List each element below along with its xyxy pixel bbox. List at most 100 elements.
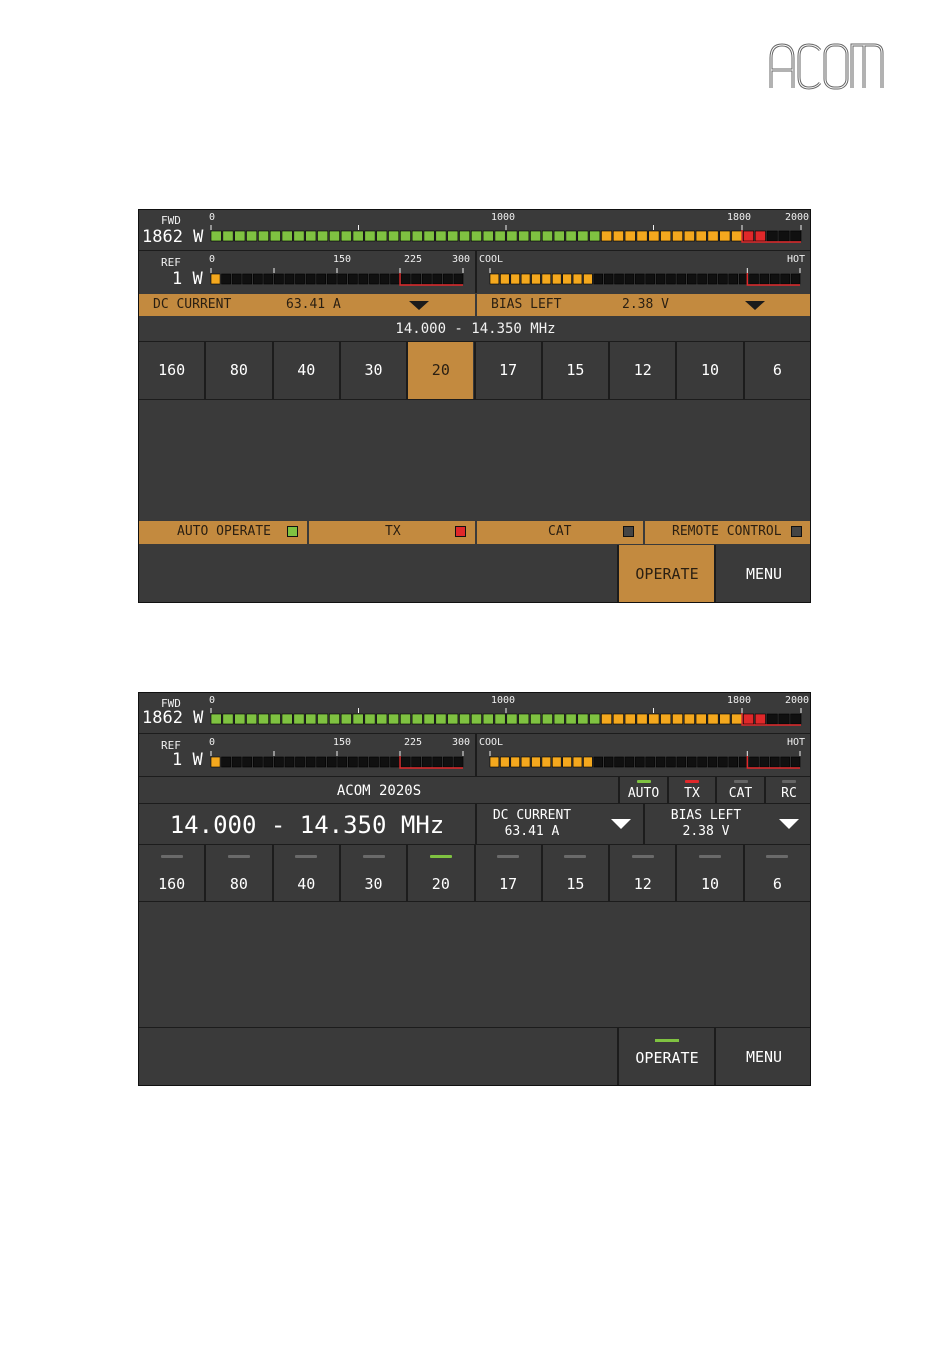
frequency-range: 14.000 - 14.350 MHz (169, 811, 445, 839)
band-button-40[interactable]: 40 (273, 342, 339, 399)
band-status-led (227, 855, 250, 858)
meter-segment (553, 230, 565, 242)
meter-segment (399, 230, 411, 242)
ref-scale-0: 0 (209, 254, 216, 265)
amplifier-screen-new: FWD 1862 W 0 1000 1800 2000 REF 1 W 0 15… (138, 692, 811, 1086)
scale-tick (273, 751, 275, 756)
band-button-80[interactable]: 80 (206, 342, 272, 399)
auto-status-led (636, 780, 651, 783)
band-button-10[interactable]: 10 (677, 845, 743, 901)
meter-segment (749, 756, 759, 768)
cat-indicator: CAT (717, 777, 764, 803)
chevron-down-icon (409, 301, 429, 310)
meter-segment (388, 230, 400, 242)
meter-segment (284, 273, 295, 285)
meter-segment (252, 273, 263, 285)
operate-status-led (655, 1039, 679, 1042)
meter-segment (352, 713, 364, 725)
band-button-17[interactable]: 17 (475, 845, 541, 901)
meter-segment (778, 230, 790, 242)
band-button-80[interactable]: 80 (206, 845, 272, 901)
meter-segment (459, 230, 471, 242)
remote-control-indicator[interactable]: REMOTE CONTROL (645, 521, 810, 544)
scale-tick (800, 708, 802, 713)
band-button-40[interactable]: 40 (273, 845, 339, 901)
band-button-20[interactable]: 20 (408, 845, 474, 901)
rc-indicator[interactable]: RC (766, 777, 810, 803)
meter-segment (572, 273, 583, 285)
meter-segment (400, 756, 411, 768)
band-button-12[interactable]: 12 (610, 845, 676, 901)
ref-label: REF (161, 256, 181, 269)
meter-segment (754, 713, 766, 725)
bias-left-selector[interactable]: BIAS LEFT 2.38 V (477, 294, 810, 316)
meter-segment (718, 273, 728, 285)
meter-segment (589, 713, 601, 725)
operate-button[interactable]: OPERATE (619, 545, 715, 602)
meter-segment (305, 756, 316, 768)
operate-label: OPERATE (635, 1049, 699, 1067)
meter-segment (470, 713, 482, 725)
fwd-bar (210, 225, 802, 243)
band-status-led (564, 855, 587, 858)
meter-segment (676, 756, 687, 768)
temp-scale-hot: HOT (787, 737, 806, 748)
meter-segment (423, 713, 435, 725)
band-button-30[interactable]: 30 (340, 845, 407, 901)
band-status-led (362, 855, 385, 858)
auto-label: AUTO (627, 786, 660, 801)
divider (475, 251, 477, 293)
meter-segment (305, 230, 317, 242)
meter-segment (531, 756, 541, 768)
meter-segment (707, 713, 719, 725)
meter-segment (648, 713, 660, 725)
band-button-17[interactable]: 17 (475, 342, 541, 399)
band-button-30[interactable]: 30 (340, 342, 407, 399)
meter-segment (369, 756, 379, 768)
band-button-15[interactable]: 15 (542, 845, 609, 901)
band-label: 40 (297, 875, 316, 893)
meter-segment (352, 230, 364, 242)
band-button-12[interactable]: 12 (610, 342, 676, 399)
menu-button[interactable]: MENU (716, 1028, 810, 1085)
meter-segment (778, 713, 790, 725)
meter-segment (660, 230, 672, 242)
band-button-15[interactable]: 15 (542, 342, 609, 399)
dc-current-value: 63.41 A (504, 824, 560, 839)
meter-segment (743, 713, 754, 725)
dc-current-selector[interactable]: DC CURRENT 63.41 A (139, 294, 475, 316)
operate-button[interactable]: OPERATE (619, 1028, 715, 1085)
meter-segment (614, 756, 624, 768)
ref-scale-150: 150 (333, 737, 352, 748)
meter-segment (411, 230, 423, 242)
meter-segment (695, 230, 707, 242)
temp-scale-cool: COOL (479, 737, 504, 748)
band-button-6[interactable]: 6 (744, 342, 810, 399)
frequency-range: 14.000 - 14.350 MHz (395, 321, 556, 337)
menu-button[interactable]: MENU (716, 545, 810, 602)
band-button-160[interactable]: 160 (139, 845, 205, 901)
cat-label: CAT (728, 786, 753, 801)
meter-segment (284, 756, 295, 768)
meter-segment (624, 273, 635, 285)
bias-left-label: BIAS LEFT (670, 808, 742, 823)
bias-left-selector[interactable]: BIAS LEFT 2.38 V (651, 804, 810, 844)
auto-operate-indicator[interactable]: AUTO OPERATE (139, 521, 307, 544)
band-button-20[interactable]: 20 (408, 342, 474, 399)
meter-segment (672, 713, 683, 725)
meter-segment (530, 230, 542, 242)
band-button-160[interactable]: 160 (139, 342, 205, 399)
auto-indicator[interactable]: AUTO (620, 777, 667, 803)
meter-segment (635, 756, 645, 768)
meter-segment (683, 230, 695, 242)
ref-scale-225: 225 (404, 254, 423, 265)
ref-scale-0: 0 (209, 737, 216, 748)
meter-segment (749, 273, 759, 285)
band-button-6[interactable]: 6 (744, 845, 810, 901)
meter-segment (369, 273, 379, 285)
remote-control-led (791, 526, 802, 537)
dc-current-selector[interactable]: DC CURRENT 63.41 A (477, 804, 643, 844)
meter-segment (520, 273, 531, 285)
meter-segment (728, 756, 738, 768)
band-button-10[interactable]: 10 (677, 342, 743, 399)
